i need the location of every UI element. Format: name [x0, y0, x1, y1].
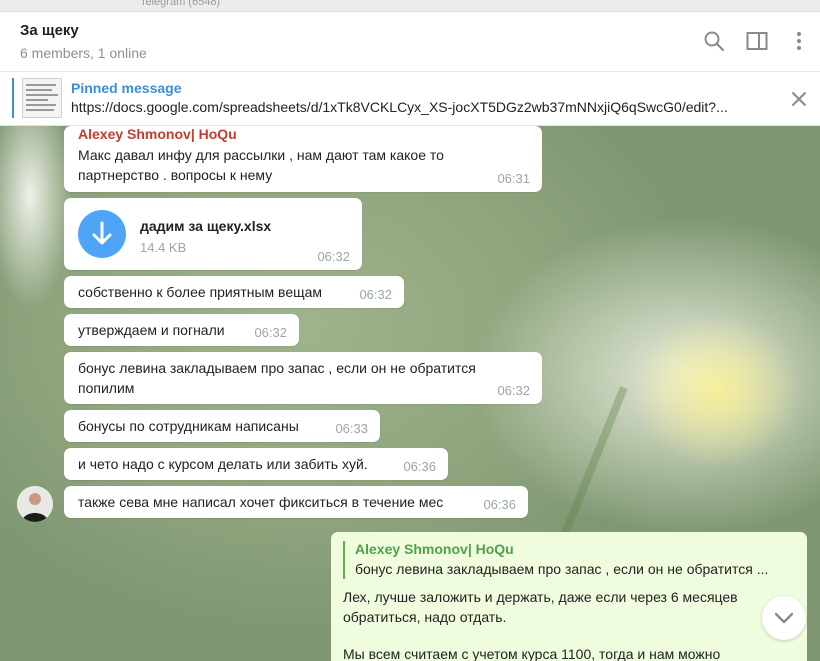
message-text: партнерство . вопросы к нему — [78, 167, 273, 183]
message-author[interactable]: Alexey Shmonov| HoQu — [78, 126, 237, 144]
message-bubble[interactable]: также сева мне написал хочет фикситься в… — [64, 486, 528, 518]
chat-header: За щеку 6 members, 1 online — [0, 12, 820, 72]
message-text: утверждаем и погнали — [78, 322, 225, 338]
pinned-message-bar[interactable]: Pinned message https://docs.google.com/s… — [0, 72, 820, 126]
message-bubble[interactable]: утверждаем и погнали 06:32 — [64, 314, 299, 346]
message-time: 06:36 — [403, 459, 436, 474]
file-size: 14.4 KB — [140, 240, 187, 255]
message-time: 06:32 — [359, 287, 392, 302]
scroll-to-bottom-button[interactable] — [762, 596, 806, 640]
message-time: 06:32 — [254, 325, 287, 340]
message-time: 06:32 — [317, 249, 350, 264]
message-time: 06:31 — [497, 171, 530, 186]
search-icon[interactable] — [702, 29, 726, 53]
message-time: 06:32 — [497, 383, 530, 398]
avatar[interactable] — [17, 486, 53, 522]
message-text: бонусы по сотрудникам написаны — [78, 418, 299, 434]
reply-quote-text[interactable]: бонус левина закладываем про запас , есл… — [355, 559, 795, 579]
message-bubble[interactable]: Alexey Shmonov| HoQu Макс давал инфу для… — [64, 126, 542, 192]
sidebar-toggle-icon[interactable] — [745, 29, 769, 53]
message-bubble[interactable]: бонусы по сотрудникам написаны 06:33 — [64, 410, 380, 442]
file-name[interactable]: дадим за щеку.xlsx — [140, 216, 271, 236]
message-text: и чето надо с курсом делать или забить х… — [78, 456, 368, 472]
close-icon[interactable] — [788, 88, 810, 110]
chat-area[interactable]: Alexey Shmonov| HoQu Макс давал инфу для… — [0, 126, 820, 661]
window-title-strip: Telegram (6548) — [0, 0, 820, 12]
pinned-message-label: Pinned message — [71, 80, 182, 96]
window-title: Telegram (6548) — [140, 0, 221, 8]
reply-quote-author[interactable]: Alexey Shmonov| HoQu — [355, 539, 514, 559]
pinned-message-text[interactable]: https://docs.google.com/spreadsheets/d/1… — [71, 99, 761, 115]
outgoing-message-bubble[interactable]: Alexey Shmonov| HoQu бонус левина заклад… — [331, 532, 807, 661]
chevron-down-icon — [774, 612, 794, 624]
message-text: Лех, лучше заложить и держать, даже если… — [343, 589, 738, 605]
message-text: также сева мне написал хочет фикситься в… — [78, 494, 444, 510]
chat-member-status: 6 members, 1 online — [20, 45, 147, 61]
pinned-accent-bar — [12, 78, 14, 118]
message-text: собственно к более приятным вещам — [78, 284, 323, 300]
message-time: 06:36 — [483, 497, 516, 512]
spreadsheet-thumbnail — [22, 78, 62, 118]
message-text: обратиться, надо отдать. — [343, 609, 507, 625]
message-bubble[interactable]: собственно к более приятным вещам 06:32 — [64, 276, 404, 308]
message-bubble[interactable]: и чето надо с курсом делать или забить х… — [64, 448, 448, 480]
download-icon[interactable] — [78, 210, 126, 258]
message-bubble[interactable]: бонус левина закладываем про запас , есл… — [64, 352, 542, 404]
message-text: Макс давал инфу для рассылки , нам дают … — [78, 147, 444, 163]
more-vertical-icon[interactable] — [787, 29, 811, 53]
chat-title[interactable]: За щеку — [20, 22, 79, 39]
file-message-bubble[interactable]: дадим за щеку.xlsx 14.4 KB 06:32 — [64, 198, 362, 270]
message-text: попилим — [78, 380, 135, 396]
message-text: бонус левина закладываем про запас , есл… — [78, 360, 476, 376]
message-time: 06:33 — [335, 421, 368, 436]
message-text: Мы всем считаем с учетом курса 1100, тог… — [343, 646, 721, 661]
reply-accent-bar — [343, 541, 345, 579]
